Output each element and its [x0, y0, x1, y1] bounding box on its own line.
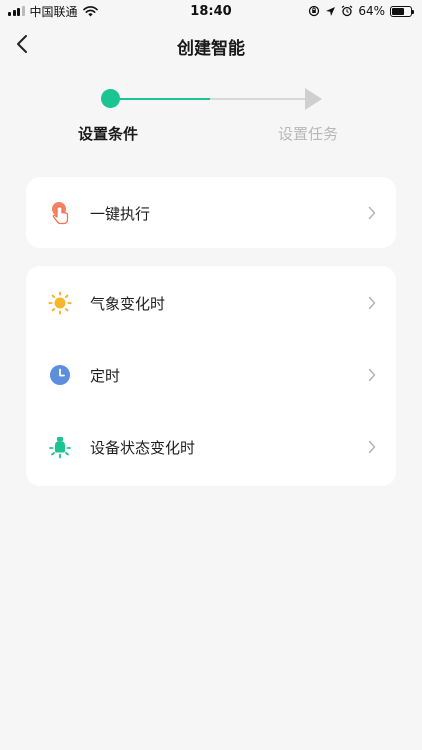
chevron-right-icon	[366, 295, 378, 311]
clock-icon	[48, 363, 72, 387]
step-label-conditions: 设置条件	[78, 125, 139, 143]
step-progress	[110, 98, 210, 100]
manual-condition-card: 一键执行	[26, 177, 396, 248]
device-light-icon	[48, 435, 72, 459]
location-icon	[326, 6, 336, 16]
step-arrow-icon	[305, 88, 322, 110]
chevron-right-icon	[366, 205, 378, 221]
condition-one-tap[interactable]: 一键执行	[26, 177, 396, 249]
page-title: 创建智能	[177, 39, 245, 59]
step-track	[110, 98, 310, 100]
step-label-tasks: 设置任务	[278, 125, 339, 143]
carrier-name: 中国联通	[29, 4, 78, 19]
battery-percent: 64%	[358, 4, 385, 18]
status-right: 64%	[308, 4, 414, 18]
status-left: 中国联通	[8, 3, 98, 20]
auto-condition-card: 气象变化时 定时 设备状态变化时	[26, 266, 396, 486]
condition-label: 定时	[90, 366, 121, 385]
condition-timer[interactable]: 定时	[26, 339, 396, 411]
alarm-icon	[341, 5, 353, 17]
tap-hand-icon	[48, 201, 72, 225]
step-indicator: 设置条件 设置任务	[0, 82, 422, 152]
sun-icon	[48, 291, 72, 315]
condition-label: 一键执行	[90, 204, 151, 223]
status-bar: 中国联通 18:40 64%	[0, 0, 422, 22]
chevron-right-icon	[366, 367, 378, 383]
condition-device-state-change[interactable]: 设备状态变化时	[26, 411, 396, 483]
condition-label: 气象变化时	[90, 294, 166, 313]
signal-icon	[8, 6, 25, 16]
wifi-icon	[82, 5, 98, 16]
battery-icon	[390, 5, 414, 17]
nav-bar: 创建智能	[0, 22, 422, 66]
rotation-lock-icon	[309, 5, 320, 17]
condition-weather-change[interactable]: 气象变化时	[26, 267, 396, 339]
step-current-dot	[101, 89, 120, 108]
condition-label: 设备状态变化时	[90, 438, 196, 457]
chevron-right-icon	[366, 439, 378, 455]
